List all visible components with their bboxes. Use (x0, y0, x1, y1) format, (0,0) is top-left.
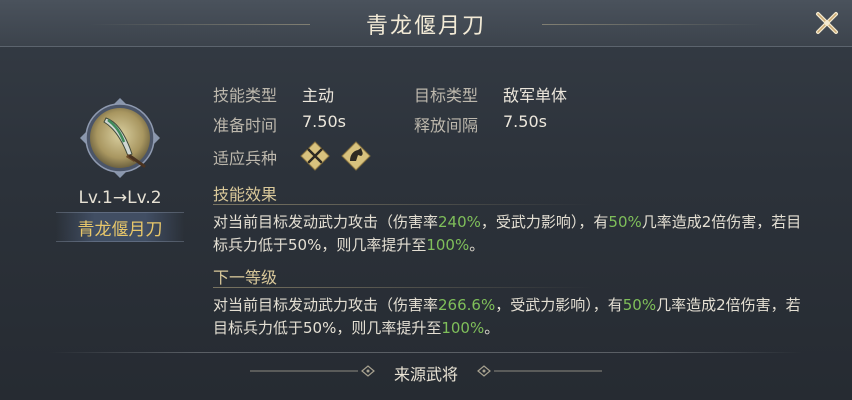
next-text-2: ，受武力影响），有 (495, 296, 623, 314)
effect-text-2: ，受武力影响），有 (480, 213, 609, 231)
skill-icon (78, 96, 162, 180)
skill-name-plate: 青龙偃月刀 (56, 212, 184, 242)
effect-section-title: 技能效果 (213, 185, 278, 204)
effect-text-1: 对当前目标发动武力攻击（伤害率 (213, 213, 439, 231)
troop-cavalry-button[interactable] (341, 141, 371, 171)
target-type-value: 敌军单体 (503, 86, 568, 105)
skill-type-label: 技能类型 (213, 86, 278, 105)
skill-detail-dialog: 青龙偃月刀 Lv.1→Lv.2 青龙偃月刀 技能类型 主动 目标类型 敌军单体 … (0, 0, 852, 400)
next-damage-rate: 266.6% (438, 296, 496, 314)
next-text-4: 。 (484, 319, 500, 337)
skill-type-value: 主动 (302, 86, 335, 105)
effect-chance: 50% (608, 213, 642, 231)
cast-interval-value: 7.50s (503, 112, 547, 131)
footer-ornament-right-icon (477, 365, 602, 377)
troop-type-label: 适应兵种 (213, 149, 278, 168)
footer-divider (50, 352, 802, 353)
next-chance: 50% (622, 296, 657, 314)
next-level-description: 对当前目标发动武力攻击（伤害率266.6%，受武力影响），有50%几率造成2倍伤… (213, 294, 803, 340)
source-general-button[interactable]: 来源武将 (376, 361, 476, 385)
next-boosted-chance: 100% (441, 319, 485, 337)
effect-section-divider (213, 204, 593, 205)
troop-infantry-button[interactable] (300, 141, 330, 171)
next-level-section-divider (213, 287, 593, 288)
green-dragon-crescent-blade-icon (80, 98, 160, 178)
skill-level: Lv.1→Lv.2 (78, 188, 162, 208)
target-type-label: 目标类型 (414, 86, 479, 105)
effect-damage-rate: 240% (438, 213, 481, 231)
dialog-title: 青龙偃月刀 (365, 14, 486, 39)
next-level-section-title: 下一等级 (213, 268, 278, 287)
close-button[interactable] (810, 6, 844, 40)
cavalry-icon (341, 141, 371, 171)
skill-name: 青龙偃月刀 (77, 219, 163, 240)
next-text-1: 对当前目标发动武力攻击（伤害率 (213, 296, 439, 314)
effect-text-4: 。 (469, 236, 485, 254)
prep-time-value: 7.50s (302, 112, 346, 131)
effect-description: 对当前目标发动武力攻击（伤害率240%，受武力影响），有50%几率造成2倍伤害，… (213, 211, 803, 257)
dialog-header: 青龙偃月刀 (0, 0, 852, 47)
effect-boosted-chance: 100% (426, 236, 470, 254)
crossed-swords-icon (300, 141, 330, 171)
prep-time-label: 准备时间 (213, 116, 278, 135)
close-icon (816, 12, 838, 34)
cast-interval-label: 释放间隔 (414, 116, 479, 135)
footer-ornament-left-icon (250, 365, 375, 377)
